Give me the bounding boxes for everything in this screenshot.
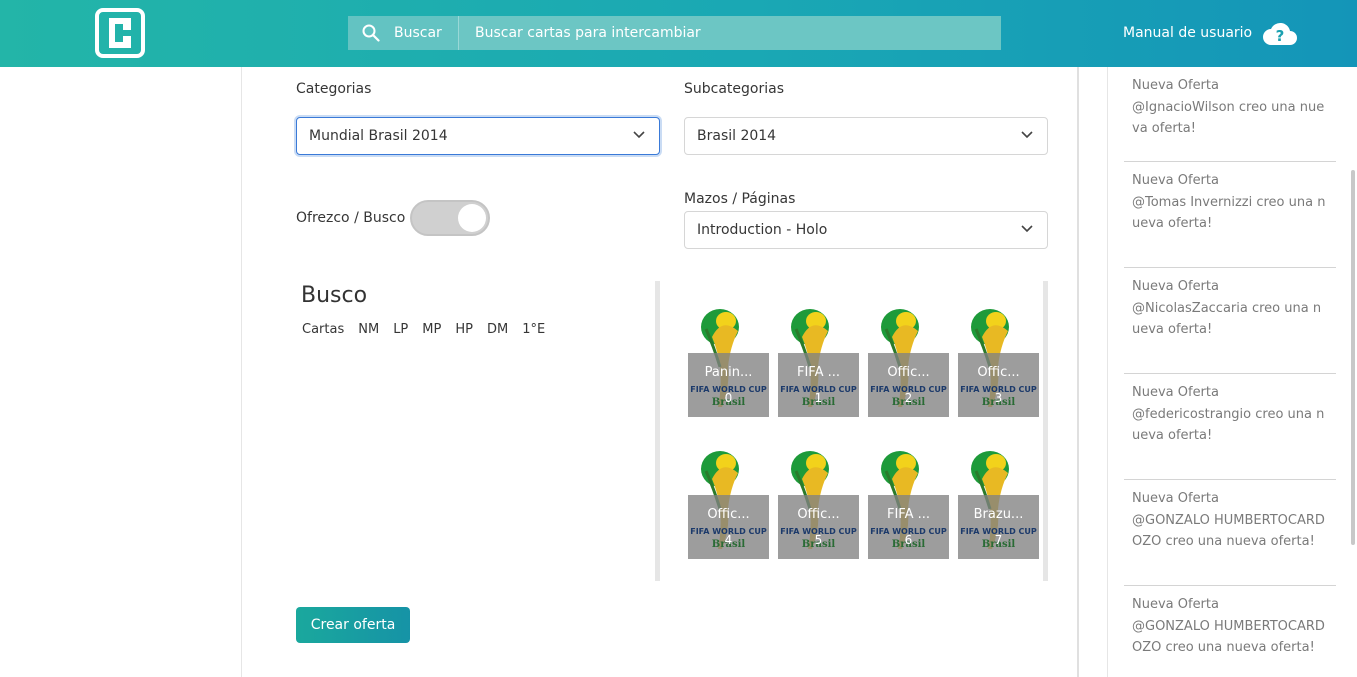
help-cloud-icon: ? [1263,22,1298,45]
feed-scrollbar[interactable] [1351,170,1355,545]
feed-item[interactable]: Nueva Oferta @federicostrangio creo una … [1124,374,1336,480]
card-item[interactable]: FIFA WORLD CUP Brasil FIFA ... 6 [868,449,949,559]
subcategorias-select[interactable]: Brasil 2014 [684,117,1048,155]
card-title: FIFA ... [886,507,931,522]
card-item[interactable]: FIFA WORLD CUP Brasil Offic... 3 [958,307,1039,417]
scroll-track[interactable] [1043,281,1048,581]
card-item[interactable]: FIFA WORLD CUP Brasil Brazu... 7 [958,449,1039,559]
ofrezco-busco-toggle[interactable] [410,200,490,236]
feed-item[interactable]: Nueva Oferta @NicolasZaccaria creo una n… [1124,268,1336,374]
manual-label: Manual de usuario [1123,25,1253,41]
toggle-knob [458,204,486,232]
ofrezco-busco-label: Ofrezco / Busco [296,210,406,226]
feed-item-text: @GONZALO HUMBERTOCARDOZO creo una nueva … [1132,618,1325,656]
manual-link[interactable]: Manual de usuario ? [1123,20,1298,46]
mazos-value: Introduction - Holo [697,222,828,238]
feed-item-title: Nueva Oferta [1132,78,1219,93]
feed-item-title: Nueva Oferta [1132,385,1219,400]
subcategorias-label: Subcategorias [684,81,784,97]
categorias-label: Categorias [296,81,372,97]
app-logo[interactable] [95,8,145,58]
card-title: Brazu... [973,507,1024,522]
card-title: Offic... [887,365,930,380]
mazos-label: Mazos / Páginas [684,191,796,207]
card-index: 4 [724,533,733,547]
left-divider [241,67,242,677]
column-header: Cartas [302,322,345,337]
subcategorias-value: Brasil 2014 [697,128,777,144]
chevron-down-icon [1021,225,1033,233]
top-header: Buscar Manual de usuario ? [0,0,1357,67]
column-header: HP [455,322,473,337]
feed-item-title: Nueva Oferta [1132,491,1219,506]
feed-item-text: @IgnacioWilson creo una nueva oferta! [1132,99,1325,137]
scroll-track[interactable] [655,281,660,581]
mazos-select[interactable]: Introduction - Holo [684,211,1048,249]
search-button[interactable]: Buscar [348,16,459,50]
feed-item-text: @NicolasZaccaria creo una nueva oferta! [1132,300,1322,338]
feed-item-text: @federicostrangio creo una nueva oferta! [1132,406,1325,444]
feed-item[interactable]: Nueva Oferta @Tomas Invernizzi creo una … [1124,162,1336,268]
feed-item[interactable]: Nueva Oferta @IgnacioWilson creo una nue… [1124,67,1336,162]
feed-item-title: Nueva Oferta [1132,597,1219,612]
content-divider [1077,67,1079,677]
feed-item[interactable]: Nueva Oferta @GONZALO HUMBERTOCARDOZO cr… [1124,586,1336,677]
card-index: 1 [814,391,823,405]
feed-item-text: @GONZALO HUMBERTOCARDOZO creo una nueva … [1132,512,1325,550]
create-offer-button[interactable]: Crear oferta [296,607,410,643]
column-header: LP [393,322,409,337]
search-button-label: Buscar [394,25,442,41]
column-header: 1°E [522,322,546,337]
column-header: MP [422,322,442,337]
column-header: NM [358,322,380,337]
card-index: 0 [724,391,733,405]
card-item[interactable]: FIFA WORLD CUP Brasil Offic... 5 [778,449,859,559]
chevron-down-icon [1021,131,1033,139]
search-bar: Buscar [348,16,1001,50]
card-item[interactable]: FIFA WORLD CUP Brasil Panin... 0 [688,307,769,417]
card-item[interactable]: FIFA WORLD CUP Brasil FIFA ... 1 [778,307,859,417]
card-item[interactable]: FIFA WORLD CUP Brasil Offic... 4 [688,449,769,559]
card-title: Offic... [797,507,840,522]
feed-item-title: Nueva Oferta [1132,279,1219,294]
search-input[interactable] [459,16,1001,50]
card-index: 5 [814,533,823,547]
categorias-value: Mundial Brasil 2014 [309,128,448,144]
feed-item-text: @Tomas Invernizzi creo una nueva oferta! [1132,194,1326,232]
card-index: 7 [994,533,1003,547]
feed-item[interactable]: Nueva Oferta @GONZALO HUMBERTOCARDOZO cr… [1124,480,1336,586]
svg-text:?: ? [1276,27,1285,45]
categorias-select[interactable]: Mundial Brasil 2014 [296,117,660,155]
feed-item-title: Nueva Oferta [1132,173,1219,188]
card-title: FIFA ... [796,365,841,380]
card-title: Offic... [707,507,750,522]
card-index: 2 [904,391,913,405]
chevron-down-icon [633,131,645,139]
column-header: DM [486,322,509,337]
card-title: Offic... [977,365,1020,380]
card-title: Panin... [704,365,753,380]
offer-feed: Nueva Oferta @IgnacioWilson creo una nue… [1124,67,1336,677]
card-item[interactable]: FIFA WORLD CUP Brasil Offic... 2 [868,307,949,417]
card-index: 6 [904,533,913,547]
search-icon [362,24,380,42]
card-index: 3 [994,391,1003,405]
feed-divider [1107,67,1108,677]
busco-columns: Cartas NM LP MP HP DM 1°E [302,322,545,337]
busco-title: Busco [301,283,368,308]
